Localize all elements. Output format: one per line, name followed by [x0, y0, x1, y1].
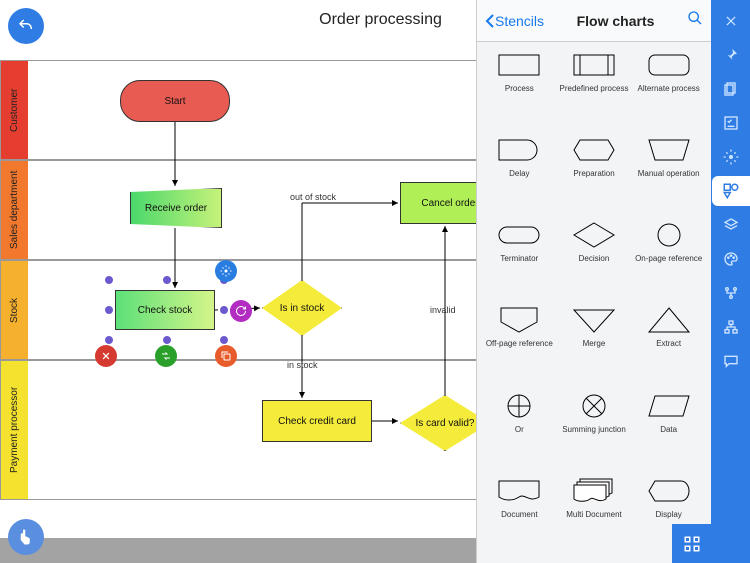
node-receive-order[interactable]: Receive order — [130, 188, 222, 228]
stencil-back-button[interactable]: Stencils — [485, 13, 544, 29]
stencil-item-manual-operation[interactable]: Manual operation — [632, 135, 705, 214]
touch-mode-button[interactable] — [8, 519, 44, 555]
palette-icon[interactable] — [716, 244, 746, 274]
shapes-icon[interactable] — [712, 176, 750, 206]
pin-icon[interactable] — [716, 40, 746, 70]
node-settings-button[interactable] — [215, 260, 237, 282]
stencil-item-or[interactable]: Or — [483, 391, 556, 470]
stencil-item-on-page-reference[interactable]: On-page reference — [632, 220, 705, 299]
tree-icon[interactable] — [716, 312, 746, 342]
stencil-item-decision[interactable]: Decision — [558, 220, 631, 299]
stencil-back-label: Stencils — [495, 13, 544, 29]
undo-button[interactable] — [8, 8, 44, 44]
stencil-header: Stencils Flow charts — [477, 0, 711, 42]
stencil-item-delay[interactable]: Delay — [483, 135, 556, 214]
stencil-item-merge[interactable]: Merge — [558, 305, 631, 384]
edge-label-invalid: invalid — [430, 305, 456, 315]
close-panel-button[interactable] — [716, 6, 746, 36]
stencil-item-document[interactable]: Document — [483, 476, 556, 555]
node-check-credit-card[interactable]: Check credit card — [262, 400, 372, 442]
stencil-item-preparation[interactable]: Preparation — [558, 135, 631, 214]
stencil-item-predefined-process[interactable]: Predefined process — [558, 50, 631, 129]
edge-label-in-stock: in stock — [287, 360, 318, 370]
right-toolbar — [711, 0, 750, 563]
stencil-item-terminator[interactable]: Terminator — [483, 220, 556, 299]
edge-label-out-of-stock: out of stock — [290, 192, 336, 202]
lane-header-stock: Stock — [0, 261, 28, 359]
grid-view-button[interactable] — [672, 524, 711, 563]
pages-icon[interactable] — [716, 74, 746, 104]
comment-icon[interactable] — [716, 346, 746, 376]
settings-icon[interactable] — [716, 142, 746, 172]
stencil-item-summing-junction[interactable]: Summing junction — [558, 391, 631, 470]
stencil-item-data[interactable]: Data — [632, 391, 705, 470]
node-check-stock[interactable]: Check stock — [115, 290, 215, 330]
stencil-item-process[interactable]: Process — [483, 50, 556, 129]
connections-icon[interactable] — [716, 278, 746, 308]
lane-header-sales: Sales department — [0, 161, 28, 259]
lane-header-customer: Customer — [0, 61, 28, 159]
node-rotate-button[interactable] — [230, 300, 252, 322]
stencil-item-multi-document[interactable]: Multi Document — [558, 476, 631, 555]
stencil-grid: Process Predefined process Alternate pro… — [477, 42, 711, 563]
node-connect-button[interactable] — [155, 345, 177, 367]
lane-header-payment: Payment processor — [0, 361, 28, 499]
stencil-item-alternate-process[interactable]: Alternate process — [632, 50, 705, 129]
stencil-search-button[interactable] — [687, 10, 703, 31]
stencil-panel: Stencils Flow charts Process Predefined … — [476, 0, 711, 563]
node-start[interactable]: Start — [120, 80, 230, 122]
node-copy-button[interactable] — [215, 345, 237, 367]
stencil-title: Flow charts — [544, 13, 687, 29]
node-delete-button[interactable] — [95, 345, 117, 367]
checklist-icon[interactable] — [716, 108, 746, 138]
stencil-item-off-page-reference[interactable]: Off-page reference — [483, 305, 556, 384]
stencil-item-extract[interactable]: Extract — [632, 305, 705, 384]
layers-icon[interactable] — [716, 210, 746, 240]
